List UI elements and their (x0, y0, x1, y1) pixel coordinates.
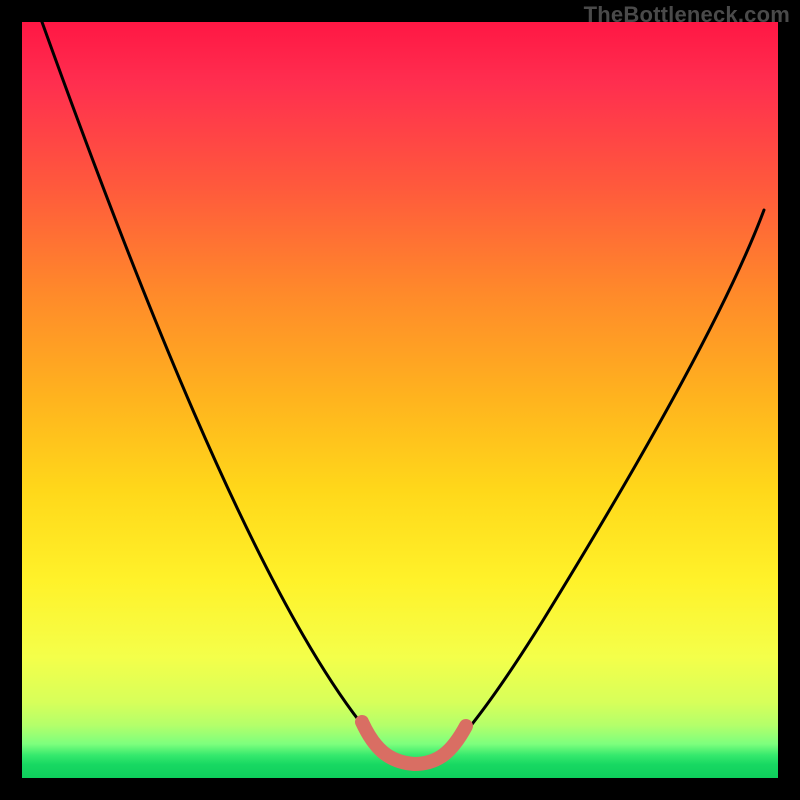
bottleneck-curve-svg (22, 22, 778, 778)
plot-area (22, 22, 778, 778)
curve-right-arm (446, 210, 764, 754)
curve-bottom-highlight (362, 722, 466, 764)
chart-frame: TheBottleneck.com (0, 0, 800, 800)
watermark-text: TheBottleneck.com (584, 2, 790, 28)
curve-left-arm (42, 22, 382, 754)
